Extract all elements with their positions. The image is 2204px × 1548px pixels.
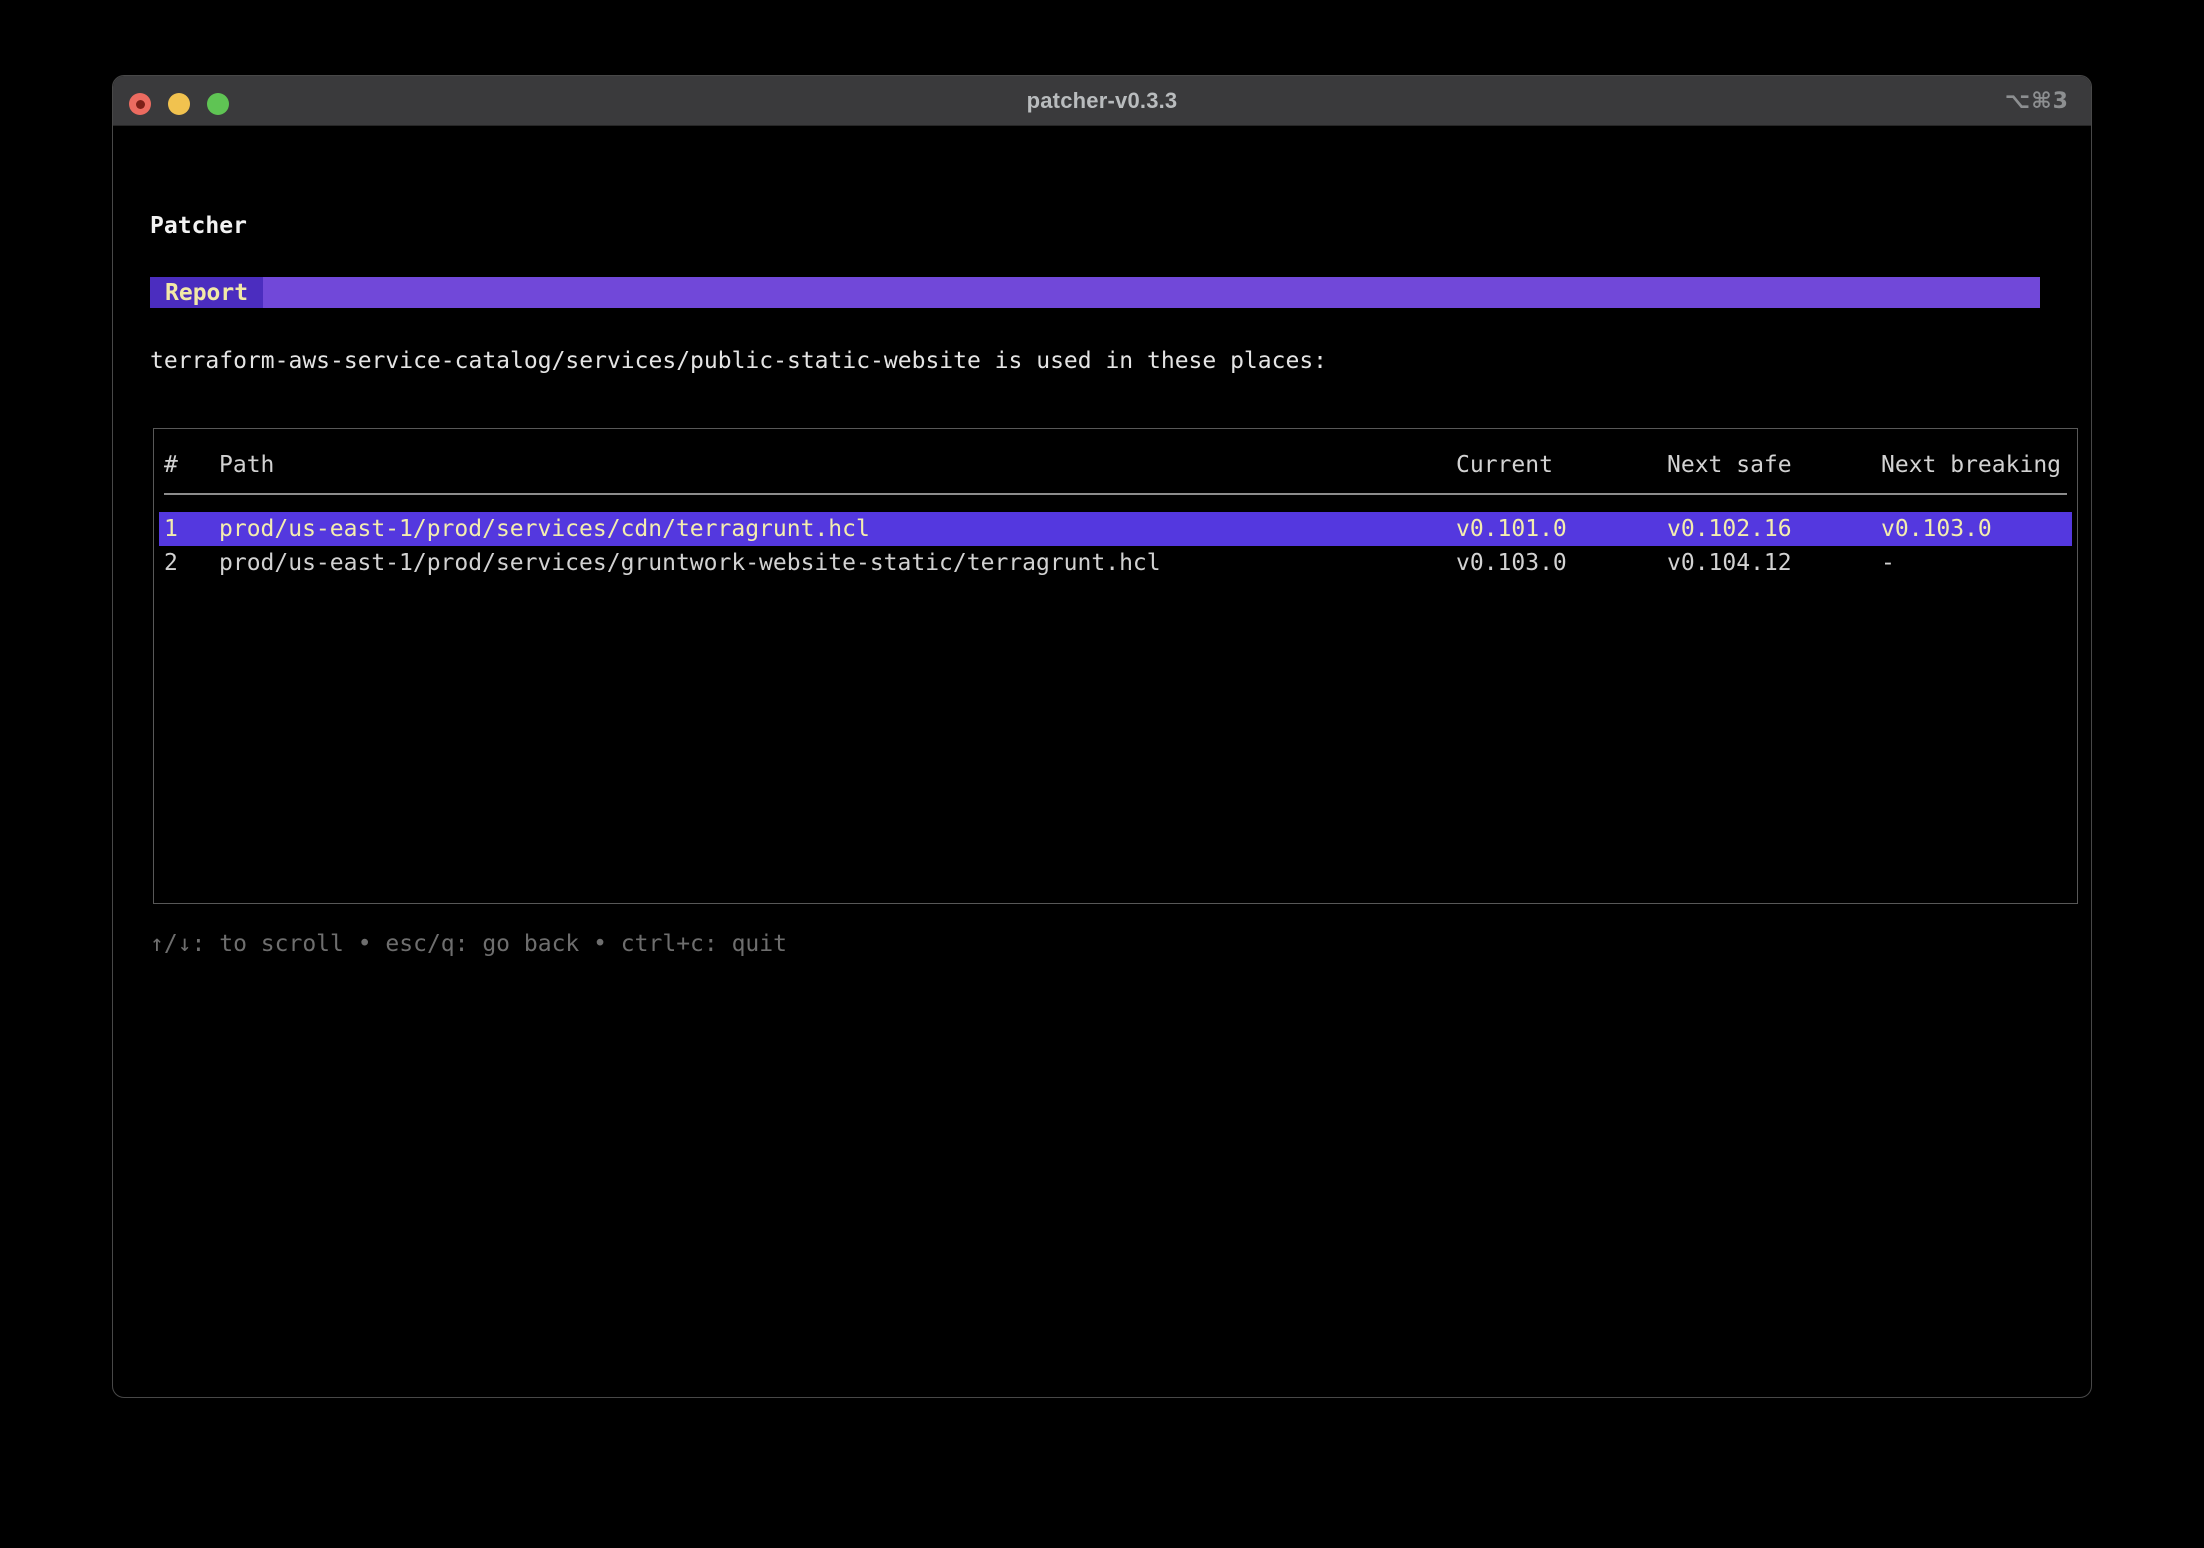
usage-table: # Path Current Next safe Next breaking 1… xyxy=(153,428,2078,904)
table-row[interactable]: 2 prod/us-east-1/prod/services/gruntwork… xyxy=(159,546,2072,580)
row-next-safe-version-cell: v0.102.16 xyxy=(1667,512,1881,546)
zoom-window-button[interactable] xyxy=(207,93,229,115)
row-next-breaking-version-cell: - xyxy=(1881,546,2067,580)
row-number-cell: 2 xyxy=(164,546,219,580)
row-path-cell: prod/us-east-1/prod/services/gruntwork-w… xyxy=(219,546,1456,580)
tab-report[interactable]: Report xyxy=(150,277,263,308)
usage-description: terraform-aws-service-catalog/services/p… xyxy=(150,346,1327,376)
row-current-version-cell: v0.103.0 xyxy=(1456,546,1667,580)
terminal-window: patcher-v0.3.3 ⌥⌘3 Patcher Report terraf… xyxy=(112,75,2092,1398)
column-header-next-safe: Next safe xyxy=(1667,452,1881,478)
keybinding-help: ↑/↓: to scroll • esc/q: go back • ctrl+c… xyxy=(150,929,787,959)
terminal-screen: Patcher Report terraform-aws-service-cat… xyxy=(113,126,2091,1398)
app-heading: Patcher xyxy=(150,211,247,241)
minimize-window-button[interactable] xyxy=(168,93,190,115)
table-header-row: # Path Current Next safe Next breaking xyxy=(164,429,2067,495)
traffic-lights xyxy=(129,93,246,115)
column-header-path: Path xyxy=(219,452,1456,478)
column-header-current: Current xyxy=(1456,452,1667,478)
row-next-safe-version-cell: v0.104.12 xyxy=(1667,546,1881,580)
column-header-next-breaking: Next breaking xyxy=(1881,452,2067,478)
row-next-breaking-version-cell: v0.103.0 xyxy=(1881,512,2067,546)
column-header-number: # xyxy=(164,452,219,478)
window-shortcut-badge: ⌥⌘3 xyxy=(2005,76,2069,126)
close-window-button[interactable] xyxy=(129,93,151,115)
table-body: 1 prod/us-east-1/prod/services/cdn/terra… xyxy=(159,512,2072,580)
row-number-cell: 1 xyxy=(164,512,219,546)
close-dot-icon xyxy=(136,100,145,109)
window-title: patcher-v0.3.3 xyxy=(1027,88,1178,114)
window-titlebar[interactable]: patcher-v0.3.3 ⌥⌘3 xyxy=(113,76,2091,126)
row-current-version-cell: v0.101.0 xyxy=(1456,512,1667,546)
report-tab-bar: Report xyxy=(150,277,2040,308)
table-row[interactable]: 1 prod/us-east-1/prod/services/cdn/terra… xyxy=(159,512,2072,546)
row-path-cell: prod/us-east-1/prod/services/cdn/terragr… xyxy=(219,512,1456,546)
